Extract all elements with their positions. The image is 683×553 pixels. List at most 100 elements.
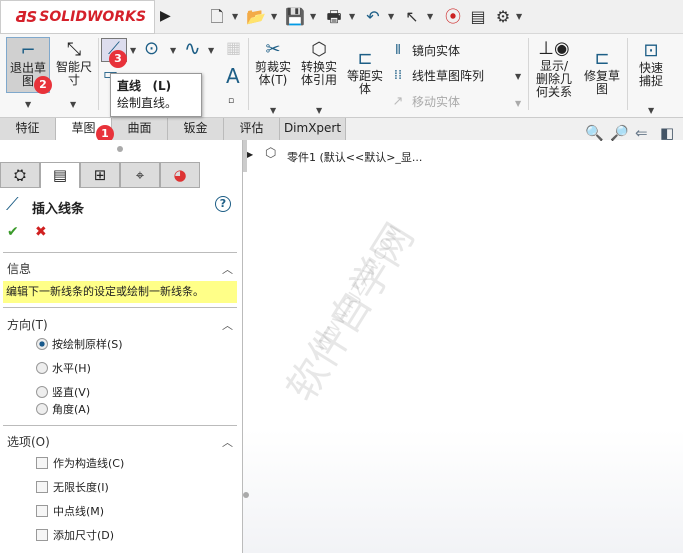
info-message: 编辑下一新线条的设定或绘制一新线条。	[3, 281, 237, 303]
color-wheel-icon: ◕	[173, 166, 187, 184]
dropdown-icon[interactable]: ▼	[232, 12, 238, 21]
collapse-chevron-icon[interactable]: ︿	[222, 317, 233, 333]
checkbox-infinite-length[interactable]: 无限长度(I)	[36, 479, 109, 495]
file-properties-icon[interactable]: ▤	[467, 6, 489, 28]
move-icon: ↗	[392, 94, 404, 109]
dropdown-icon[interactable]: ▼	[70, 100, 76, 109]
solidworks-logo[interactable]: ƋS SOLIDWORKS	[0, 0, 155, 34]
options-section-header[interactable]: 选项(O)	[7, 433, 50, 450]
feature-manager-tab[interactable]: ⛭	[0, 162, 40, 188]
help-button[interactable]: ?	[215, 196, 231, 212]
zoom-to-area-icon[interactable]: 🔎	[610, 124, 629, 142]
collapse-chevron-icon[interactable]: ︿	[222, 434, 233, 450]
feature-tree-icon: ⛭	[13, 166, 26, 184]
convert-entities-button[interactable]: ⬡ 转换实体引用	[297, 39, 341, 87]
scissors-icon: ✂	[265, 39, 281, 60]
expand-tree-icon[interactable]: ▶	[247, 150, 253, 159]
top-bar: ƋS SOLIDWORKS ▶ 🗋 ▼ 📂 ▼ 💾 ▼ 🖶 ▼ ↶ ▼ ↖ ▼ ⦿ ▤ ⚙ ▼	[0, 0, 683, 34]
dropdown-icon[interactable]: ▼	[427, 12, 433, 21]
step-badge-2: 2	[34, 76, 52, 94]
watermark-group	[0, 0, 1, 1]
display-manager-tab[interactable]: ◕	[160, 162, 200, 188]
line-tooltip: 直线 (L) 绘制直线。	[110, 73, 202, 117]
dropdown-icon[interactable]: ▼	[25, 100, 31, 109]
configuration-manager-tab[interactable]: ⊞	[80, 162, 120, 188]
line-icon: ⟋	[6, 194, 19, 215]
quick-snaps-button[interactable]: ⊡ 快速捕捉	[630, 40, 672, 88]
radio-horizontal[interactable]: 水平(H)	[36, 360, 91, 376]
crosshair-icon: ⌖	[135, 166, 145, 184]
step-badge-3: 3	[109, 50, 127, 68]
quick-snap-icon: ⊡	[643, 40, 659, 61]
section-view-icon[interactable]: ◧	[660, 124, 674, 142]
options-gear-icon[interactable]: ⚙	[492, 6, 514, 28]
previous-view-icon[interactable]: ⇐	[635, 124, 648, 142]
new-document-icon[interactable]: 🗋	[206, 6, 228, 28]
radio-as-sketched[interactable]: 按绘制原样(S)	[36, 336, 123, 352]
display-delete-relations-button[interactable]: ⊥◉ 显示/删除几何关系	[531, 38, 577, 99]
checkbox-add-dimensions[interactable]: 添加尺寸(D)	[36, 527, 114, 543]
offset-entities-button[interactable]: ⊏ 等距实体	[345, 48, 385, 96]
ok-button[interactable]: ✔	[7, 224, 19, 240]
spline-icon[interactable]: ∿	[184, 36, 201, 60]
open-icon[interactable]: 📂	[245, 6, 267, 28]
linear-pattern-button[interactable]: ⁞⁞ 线性草图阵列	[390, 67, 484, 84]
mirror-entities-button[interactable]: ⫴ 镜向实体	[390, 42, 460, 59]
feature-tree-root[interactable]: 零件1 (默认<<默认>_显...	[287, 149, 422, 165]
tab-features[interactable]: 特征	[0, 118, 56, 140]
radio-angle[interactable]: 角度(A)	[36, 401, 90, 417]
panel-collapse-handle[interactable]	[243, 492, 249, 498]
direction-section-header[interactable]: 方向(T)	[7, 316, 48, 333]
tab-surfaces[interactable]: 曲面	[112, 118, 168, 140]
dimxpert-manager-tab[interactable]: ⌖	[120, 162, 160, 188]
text-icon[interactable]: A	[226, 64, 240, 88]
trim-entities-button[interactable]: ✂ 剪裁实体(T)	[252, 39, 294, 87]
info-section-header[interactable]: 信息	[7, 260, 31, 277]
expand-menu-icon[interactable]: ▶	[160, 8, 171, 24]
traffic-light-icon[interactable]: ⦿	[442, 6, 464, 28]
exit-sketch-icon: ⌐	[20, 40, 36, 61]
linear-pattern-icon: ⁞⁞	[393, 68, 403, 83]
point-icon[interactable]: ▫	[228, 96, 234, 106]
property-manager-panel: ⛭ ▤ ⊞ ⌖ ◕ ⟋ 插入线条 ? ✔ ✖ 信息 ︿ 编辑下一新线条的设定或绘…	[0, 140, 243, 553]
relations-eye-icon: ⊥◉	[538, 38, 570, 59]
smart-dimension-icon: ⤡	[66, 39, 82, 60]
property-manager-tab[interactable]: ▤	[40, 162, 80, 188]
part-icon: ⬡	[265, 146, 277, 161]
collapse-chevron-icon[interactable]: ︿	[222, 261, 233, 277]
move-entities-button[interactable]: ↗ 移动实体	[390, 93, 460, 110]
print-icon[interactable]: 🖶	[323, 6, 345, 28]
repair-sketch-button[interactable]: ⊏ 修复草图	[580, 48, 624, 96]
manager-tabs: ⛭ ▤ ⊞ ⌖ ◕	[0, 162, 200, 188]
cube-icon: ⬡	[311, 39, 327, 60]
undo-icon[interactable]: ↶	[362, 6, 384, 28]
dropdown-icon[interactable]: ▼	[516, 12, 522, 21]
plane-icon: ▦	[226, 38, 242, 57]
command-manager-ribbon: ⌐退出草图 ▼ ⤡智能尺寸 ▼ ⟋ ▼ ⊙▼ ∿▼ ▦ ▭ A ▫ ✂剪裁实体(…	[0, 34, 683, 118]
offset-icon: ⊏	[357, 48, 373, 69]
zoom-to-fit-icon[interactable]: 🔍	[585, 124, 604, 142]
radio-vertical[interactable]: 竖直(V)	[36, 384, 90, 400]
configuration-icon: ⊞	[93, 166, 107, 184]
dropdown-icon[interactable]: ▼	[388, 12, 394, 21]
circle-icon[interactable]: ⊙	[144, 38, 159, 59]
checkbox-midpoint-line[interactable]: 中点线(M)	[36, 503, 104, 519]
ds-logo-icon: ƋS	[15, 8, 38, 26]
tab-sheet-metal[interactable]: 钣金	[168, 118, 224, 140]
smart-dimension-button[interactable]: ⤡ 智能尺寸	[54, 39, 94, 87]
mirror-icon: ⫴	[395, 43, 401, 58]
select-icon[interactable]: ↖	[401, 6, 423, 28]
dropdown-icon[interactable]: ▼	[349, 12, 355, 21]
save-icon[interactable]: 💾	[284, 6, 306, 28]
repair-sketch-icon: ⊏	[594, 48, 610, 69]
tab-dimxpert[interactable]: DimXpert	[280, 118, 346, 140]
panel-splitter-handle[interactable]	[117, 146, 123, 152]
property-list-icon: ▤	[52, 166, 68, 184]
panel-title: 插入线条	[32, 202, 85, 217]
tab-evaluate[interactable]: 评估	[224, 118, 280, 140]
dropdown-icon[interactable]: ▼	[271, 12, 277, 21]
dropdown-icon[interactable]: ▼	[130, 46, 136, 55]
checkbox-for-construction[interactable]: 作为构造线(C)	[36, 455, 124, 471]
dropdown-icon[interactable]: ▼	[310, 12, 316, 21]
cancel-button[interactable]: ✖	[35, 224, 47, 240]
